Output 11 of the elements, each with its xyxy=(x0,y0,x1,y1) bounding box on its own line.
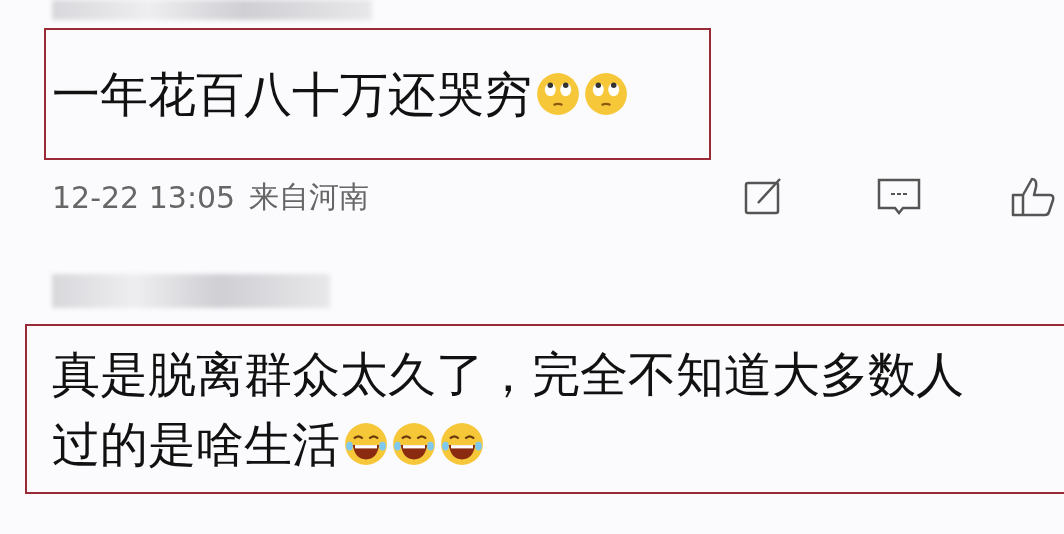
comment-location: 来自河南 xyxy=(249,177,370,216)
laughing-emoji-icon xyxy=(392,422,436,466)
eye-roll-emoji-icon xyxy=(536,72,580,116)
laughing-emoji-icon xyxy=(344,422,388,466)
comment-text: 过的是啥生活 xyxy=(52,416,340,472)
laughing-emoji-icon xyxy=(440,422,484,466)
comment-text: 一年花百八十万还哭穷 xyxy=(52,66,532,122)
eye-roll-emoji-icon xyxy=(584,72,628,116)
comment-time: 12-22 13:05 xyxy=(52,179,236,215)
like-icon[interactable] xyxy=(1010,175,1056,219)
comment-text: 真是脱离群众太久了，完全不知道大多数人 xyxy=(52,346,964,402)
